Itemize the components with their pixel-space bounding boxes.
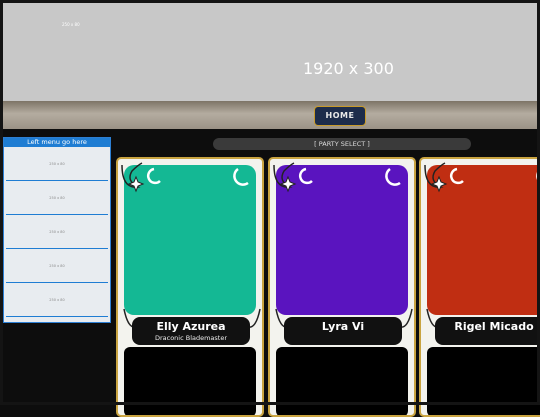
character-card[interactable]: Rigel Micado [419, 157, 540, 417]
header-strip [3, 101, 537, 129]
card-name: Rigel Micado [454, 320, 534, 333]
banner-size-label: 1920 x 300 [303, 59, 394, 78]
left-menu-title: Left menu go here [4, 138, 110, 147]
left-menu-item[interactable]: 250 x 80 [6, 249, 108, 283]
banner-small-label: 250 x 80 [62, 22, 80, 27]
left-menu-item[interactable]: 250 x 80 [6, 215, 108, 249]
left-menu: Left menu go here 250 x 80 250 x 80 250 … [3, 137, 111, 323]
card-name: Lyra Vi [321, 320, 365, 333]
home-button[interactable]: HOME [314, 106, 366, 126]
header-banner: 250 x 80 1920 x 300 [3, 3, 537, 101]
card-subtitle: Draconic Blademaster [154, 334, 228, 342]
card-name-plate: Lyra Vi [284, 317, 402, 345]
card-stats-panel [124, 347, 256, 415]
character-card[interactable]: Lyra Vi [268, 157, 416, 417]
card-stats-panel [427, 347, 540, 415]
left-menu-item[interactable]: 250 x 80 [6, 283, 108, 317]
card-name: Elly Azurea [156, 320, 226, 333]
card-name-plate: Elly Azurea Draconic Blademaster [132, 317, 250, 345]
character-card[interactable]: Elly Azurea Draconic Blademaster [116, 157, 264, 417]
left-menu-item[interactable]: 250 x 80 [6, 181, 108, 215]
card-stats-panel [276, 347, 408, 415]
card-name-plate: Rigel Micado [435, 317, 540, 345]
party-select-bar[interactable]: [ PARTY SELECT ] [213, 138, 471, 150]
left-menu-item[interactable]: 250 x 80 [6, 147, 108, 181]
